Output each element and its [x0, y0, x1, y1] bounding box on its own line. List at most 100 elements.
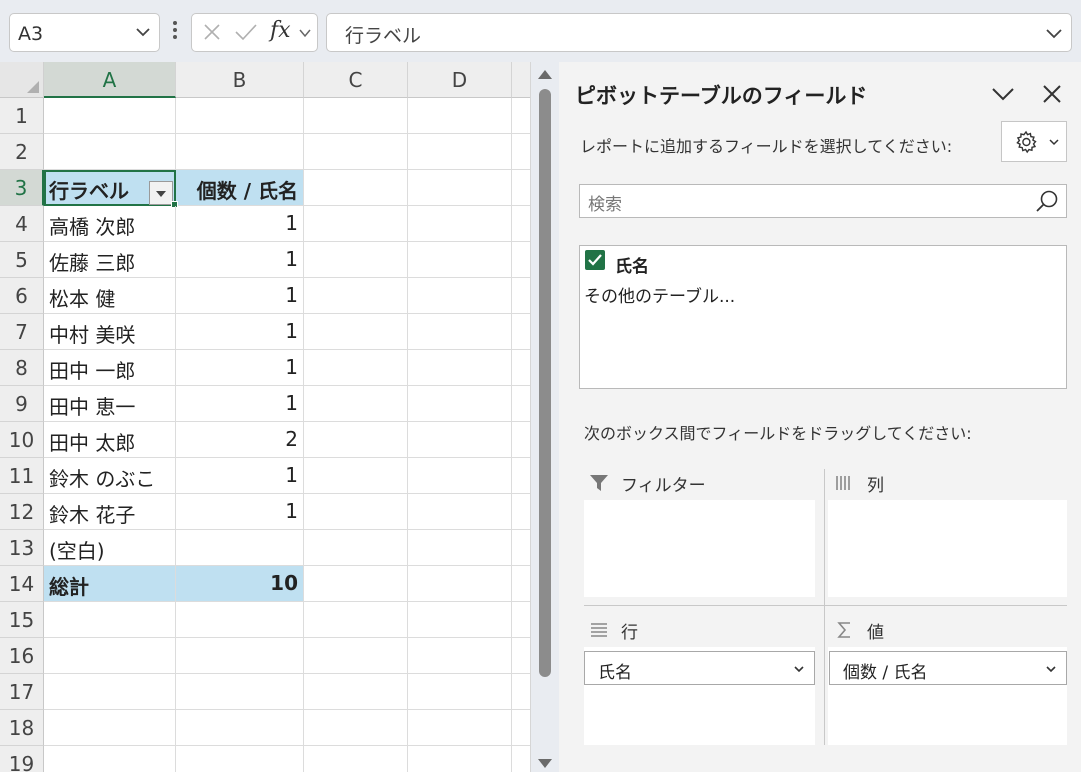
- grand-total-label[interactable]: 総計: [44, 566, 176, 602]
- cell[interactable]: [408, 566, 512, 602]
- cell[interactable]: [408, 278, 512, 314]
- cell[interactable]: [304, 314, 408, 350]
- cell[interactable]: [512, 458, 530, 494]
- cell[interactable]: [176, 674, 304, 710]
- worksheet-grid[interactable]: A B C D 1 2 3 4 5 6 7 8 9 10 11 12 13 14 15 16 17 18 19 行ラ…: [0, 62, 530, 772]
- pivot-value-header[interactable]: 個数 / 氏名: [176, 170, 304, 206]
- cell[interactable]: [408, 602, 512, 638]
- pivot-row-label[interactable]: 鈴木 花子: [44, 494, 176, 530]
- confirm-icon[interactable]: [234, 22, 258, 42]
- row-header-18[interactable]: 18: [0, 710, 44, 746]
- row-header-17[interactable]: 17: [0, 674, 44, 710]
- cell[interactable]: [512, 170, 530, 206]
- cell[interactable]: [408, 494, 512, 530]
- cell[interactable]: [44, 710, 176, 746]
- cell[interactable]: [44, 674, 176, 710]
- cell[interactable]: [512, 278, 530, 314]
- cell[interactable]: [408, 422, 512, 458]
- row-header-10[interactable]: 10: [0, 422, 44, 458]
- cell[interactable]: [304, 350, 408, 386]
- cell[interactable]: [408, 314, 512, 350]
- pivot-row-count[interactable]: 1: [176, 458, 304, 494]
- pivot-row-label[interactable]: 田中 一郎: [44, 350, 176, 386]
- cell[interactable]: [512, 566, 530, 602]
- row-header-14[interactable]: 14: [0, 566, 44, 602]
- pivot-row-label[interactable]: 田中 太郎: [44, 422, 176, 458]
- search-icon[interactable]: [1034, 189, 1060, 215]
- cell[interactable]: [44, 98, 176, 134]
- cell[interactable]: [512, 746, 530, 772]
- cell[interactable]: [408, 710, 512, 746]
- insert-function-button[interactable]: fx: [270, 18, 291, 43]
- cell[interactable]: [176, 134, 304, 170]
- row-header-12[interactable]: 12: [0, 494, 44, 530]
- scroll-up-icon[interactable]: [538, 70, 552, 79]
- cell[interactable]: [44, 638, 176, 674]
- select-all-button[interactable]: [0, 62, 44, 98]
- cancel-icon[interactable]: [202, 22, 222, 42]
- pivot-row-count[interactable]: 1: [176, 242, 304, 278]
- columns-drop-zone[interactable]: [828, 500, 1067, 597]
- cell[interactable]: [304, 98, 408, 134]
- chevron-down-icon[interactable]: [135, 24, 151, 40]
- row-header-19[interactable]: 19: [0, 746, 44, 772]
- cell[interactable]: [176, 710, 304, 746]
- cell[interactable]: [176, 638, 304, 674]
- more-tables-link[interactable]: その他のテーブル...: [584, 282, 735, 307]
- pivot-row-count[interactable]: 1: [176, 314, 304, 350]
- cell[interactable]: [304, 422, 408, 458]
- cell[interactable]: [408, 350, 512, 386]
- column-header-c[interactable]: C: [304, 62, 408, 98]
- grand-total-value[interactable]: 10: [176, 566, 304, 602]
- column-header-a[interactable]: A: [44, 62, 176, 98]
- row-header-1[interactable]: 1: [0, 98, 44, 134]
- cell[interactable]: [408, 242, 512, 278]
- cell[interactable]: [408, 170, 512, 206]
- cell[interactable]: [304, 458, 408, 494]
- cell[interactable]: [408, 134, 512, 170]
- cell[interactable]: [512, 710, 530, 746]
- pivot-row-label[interactable]: 松本 健: [44, 278, 176, 314]
- cell[interactable]: [408, 458, 512, 494]
- cell[interactable]: [512, 494, 530, 530]
- cell[interactable]: [408, 674, 512, 710]
- pivot-row-count[interactable]: 1: [176, 386, 304, 422]
- cell[interactable]: [176, 746, 304, 772]
- vertical-scrollbar[interactable]: [530, 62, 558, 772]
- rows-field-pill[interactable]: 氏名: [584, 651, 815, 685]
- chevron-down-icon[interactable]: [991, 84, 1015, 104]
- cell[interactable]: [512, 674, 530, 710]
- pivot-row-label[interactable]: 田中 恵一: [44, 386, 176, 422]
- pivot-row-label[interactable]: 高橋 次郎: [44, 206, 176, 242]
- cell[interactable]: [304, 710, 408, 746]
- cell[interactable]: [304, 278, 408, 314]
- row-header-5[interactable]: 5: [0, 242, 44, 278]
- pivot-row-label[interactable]: 佐藤 三郎: [44, 242, 176, 278]
- cell[interactable]: [512, 98, 530, 134]
- pivot-row-count[interactable]: 1: [176, 206, 304, 242]
- field-search-input[interactable]: 検索: [579, 184, 1067, 218]
- cell[interactable]: [512, 638, 530, 674]
- cell[interactable]: [304, 746, 408, 772]
- pivot-row-count[interactable]: 1: [176, 278, 304, 314]
- cell[interactable]: [304, 674, 408, 710]
- column-header-b[interactable]: B: [176, 62, 304, 98]
- cell[interactable]: [304, 242, 408, 278]
- row-header-3[interactable]: 3: [0, 170, 44, 206]
- more-options-icon[interactable]: [170, 21, 180, 43]
- cell[interactable]: [512, 134, 530, 170]
- cell[interactable]: [512, 314, 530, 350]
- expand-formula-bar-icon[interactable]: [1045, 24, 1063, 42]
- row-header-2[interactable]: 2: [0, 134, 44, 170]
- cell[interactable]: [408, 746, 512, 772]
- column-header-e[interactable]: [512, 62, 530, 98]
- pivot-row-count[interactable]: 2: [176, 422, 304, 458]
- cell[interactable]: [512, 242, 530, 278]
- cell[interactable]: [304, 386, 408, 422]
- filter-drop-zone[interactable]: [584, 500, 815, 597]
- cell[interactable]: [176, 98, 304, 134]
- field-checkbox[interactable]: [585, 250, 605, 270]
- row-header-13[interactable]: 13: [0, 530, 44, 566]
- cell[interactable]: [408, 386, 512, 422]
- row-header-15[interactable]: 15: [0, 602, 44, 638]
